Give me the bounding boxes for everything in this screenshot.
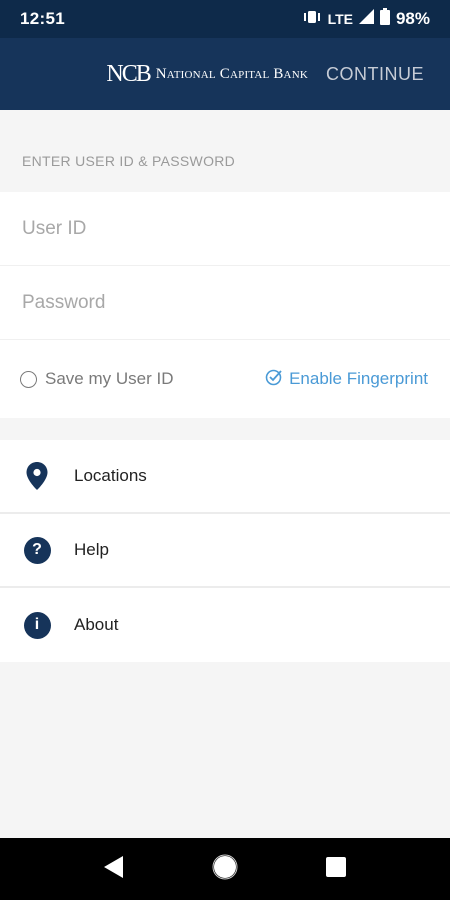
bank-monogram: NCB	[106, 60, 151, 87]
location-pin-icon	[22, 461, 52, 491]
user-id-input[interactable]	[22, 217, 450, 240]
login-options: Save my User ID Enable Fingerprint	[0, 340, 450, 418]
login-form: Save my User ID Enable Fingerprint	[0, 192, 450, 418]
menu-item-label: About	[74, 615, 119, 634]
recents-icon[interactable]	[326, 856, 346, 882]
menu-item-locations[interactable]: Locations	[0, 440, 450, 514]
menu-item-help[interactable]: ? Help	[0, 514, 450, 588]
back-icon[interactable]	[104, 855, 124, 883]
battery-level: 98%	[395, 9, 430, 28]
system-nav-bar	[0, 838, 450, 900]
menu-item-label: Locations	[74, 466, 147, 485]
save-user-id-label: Save my User ID	[45, 369, 174, 388]
info-menu: Locations ? Help i About	[0, 440, 450, 662]
question-icon: ?	[22, 535, 52, 565]
radio-icon	[20, 370, 37, 388]
bank-name: National Capital Bank	[155, 65, 308, 82]
continue-button[interactable]: CONTINUE	[326, 64, 424, 85]
save-user-id-toggle[interactable]: Save my User ID	[20, 369, 265, 389]
home-icon[interactable]	[212, 854, 238, 885]
signal-icon	[358, 9, 374, 29]
user-id-row	[0, 192, 450, 266]
battery-icon	[379, 8, 390, 30]
info-icon: i	[22, 610, 52, 640]
check-circle-icon	[265, 368, 283, 391]
network-type: LTE	[327, 11, 353, 27]
status-bar: 12:51 LTE 98%	[0, 0, 450, 38]
enable-fingerprint-link[interactable]: Enable Fingerprint	[265, 368, 428, 391]
menu-item-label: Help	[74, 540, 109, 559]
app-header: NCB National Capital Bank CONTINUE	[0, 38, 450, 110]
menu-item-about[interactable]: i About	[0, 588, 450, 662]
vibrate-icon	[302, 9, 322, 29]
status-time: 12:51	[20, 9, 65, 28]
password-row	[0, 266, 450, 340]
password-input[interactable]	[22, 291, 450, 314]
login-section-label: ENTER USER ID & PASSWORD	[22, 153, 236, 169]
status-indicators: LTE 98%	[302, 8, 430, 30]
bank-logo: NCB National Capital Bank	[106, 61, 308, 88]
enable-fingerprint-label: Enable Fingerprint	[289, 369, 428, 388]
